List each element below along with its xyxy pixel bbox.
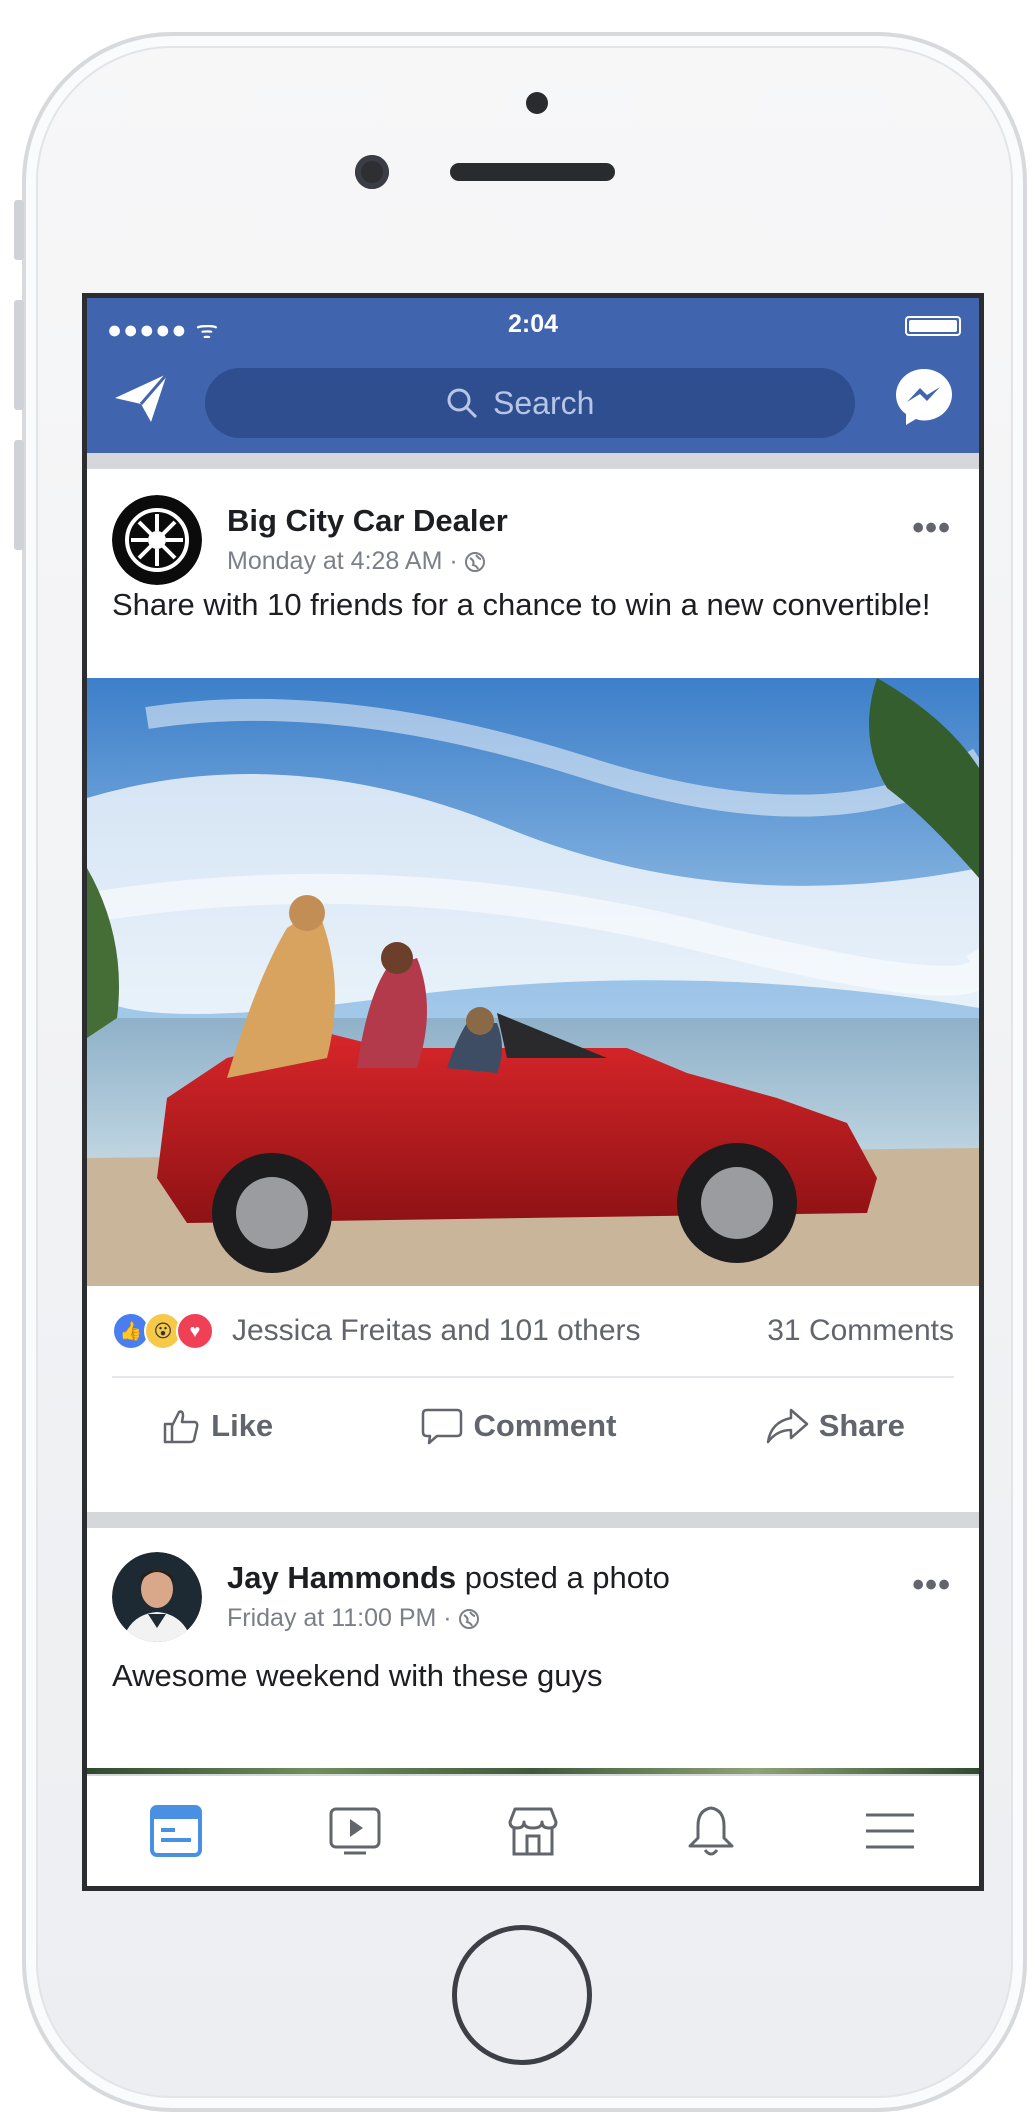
- phone-volume-down: [14, 440, 24, 550]
- post-actions: Like Comment Share: [87, 1381, 979, 1471]
- avatar[interactable]: [112, 1552, 202, 1642]
- tab-menu[interactable]: [858, 1799, 922, 1863]
- like-label: Like: [211, 1408, 274, 1443]
- comments-count[interactable]: 31 Comments: [767, 1314, 954, 1348]
- phone-screen: ●●●●● ᯤ 2:04 Search Big City Car Dealer …: [82, 293, 984, 1891]
- like-button[interactable]: Like: [161, 1406, 273, 1446]
- post-timestamp[interactable]: Friday at 11:00 PM ·: [227, 1604, 480, 1633]
- feed-post: Jay Hammonds posted a photo Friday at 11…: [87, 1528, 979, 1788]
- love-reaction-icon: ♥: [176, 1312, 214, 1350]
- feed-divider: [87, 453, 979, 469]
- phone-speaker: [450, 163, 615, 181]
- news-feed-icon: [150, 1805, 203, 1857]
- phone-sensor: [526, 92, 548, 114]
- comment-icon: [422, 1408, 463, 1445]
- action-divider: [112, 1376, 954, 1378]
- tab-marketplace[interactable]: [501, 1799, 565, 1863]
- feed-post: Big City Car Dealer Monday at 4:28 AM · …: [87, 469, 979, 1512]
- tab-notifications[interactable]: [679, 1799, 743, 1863]
- top-navbar: ●●●●● ᯤ 2:04: [87, 298, 979, 453]
- send-icon[interactable]: [111, 368, 173, 428]
- comment-button[interactable]: Comment: [421, 1406, 616, 1446]
- globe-icon: [464, 551, 485, 572]
- thumbs-up-icon: [163, 1410, 199, 1444]
- post-text: Awesome weekend with these guys: [112, 1658, 603, 1693]
- hamburger-menu-icon: [865, 1813, 914, 1849]
- battery-icon: [905, 316, 961, 336]
- share-button[interactable]: Share: [765, 1406, 905, 1446]
- search-bar[interactable]: [205, 368, 855, 438]
- marketplace-icon: [508, 1807, 558, 1856]
- video-play-icon: [329, 1807, 381, 1855]
- reaction-icons: 👍 😮 ♥: [112, 1312, 214, 1350]
- avatar[interactable]: [112, 495, 202, 585]
- bottom-tab-bar: [87, 1774, 979, 1886]
- search-input[interactable]: [491, 383, 615, 423]
- tab-news-feed[interactable]: [144, 1799, 208, 1863]
- more-options-button[interactable]: •••: [912, 1566, 951, 1605]
- phone-mute-switch: [14, 200, 24, 260]
- phone-camera: [355, 155, 389, 189]
- share-label: Share: [818, 1408, 905, 1443]
- post-author[interactable]: Jay Hammonds posted a photo: [227, 1560, 670, 1596]
- status-bar: ●●●●● ᯤ 2:04: [87, 310, 979, 344]
- feed-divider: [87, 1512, 979, 1528]
- post-author[interactable]: Big City Car Dealer: [227, 503, 508, 539]
- post-text: Share with 10 friends for a chance to wi…: [112, 587, 931, 622]
- reactions-summary[interactable]: 👍 😮 ♥ Jessica Freitas and 101 others 31 …: [87, 1286, 979, 1376]
- status-time: 2:04: [507, 310, 559, 338]
- comment-label: Comment: [473, 1408, 617, 1443]
- more-options-button[interactable]: •••: [912, 509, 951, 548]
- post-image[interactable]: [87, 678, 979, 1286]
- globe-icon: [458, 1608, 479, 1629]
- tab-watch[interactable]: [323, 1799, 387, 1863]
- messenger-icon[interactable]: [893, 366, 955, 428]
- share-icon: [766, 1408, 808, 1444]
- search-icon: [447, 388, 478, 419]
- bell-icon: [688, 1806, 734, 1856]
- post-timestamp[interactable]: Monday at 4:28 AM ·: [227, 547, 486, 576]
- reactions-count[interactable]: Jessica Freitas and 101 others: [232, 1314, 641, 1348]
- phone-volume-up: [14, 300, 24, 410]
- home-button[interactable]: [452, 1925, 592, 2065]
